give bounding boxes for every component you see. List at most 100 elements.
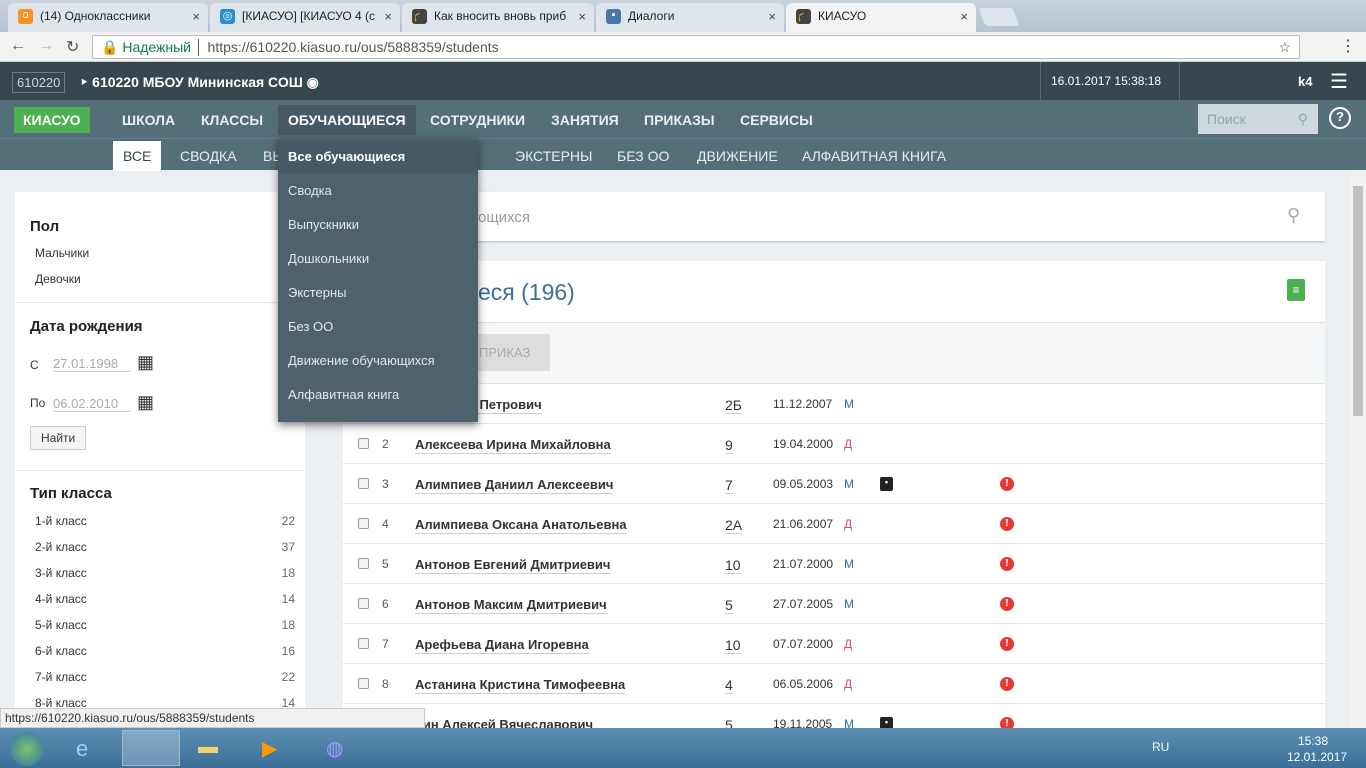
- nav-item[interactable]: ЗАНЯТИЯ: [551, 112, 619, 128]
- alert-icon[interactable]: !: [1000, 597, 1014, 611]
- row-checkbox[interactable]: [358, 478, 369, 489]
- url-input[interactable]: 🔒 Надежный │ https://610220.kiasuo.ru/ou…: [92, 35, 1300, 59]
- subnav-tab[interactable]: БЕЗ ОО: [617, 148, 669, 164]
- student-class-link[interactable]: 2А: [725, 517, 743, 534]
- ie-icon[interactable]: e: [76, 736, 88, 762]
- browser-tab[interactable]: ◎ [КИАСУО] [КИАСУО 4 (с ×: [210, 3, 400, 32]
- dropdown-item[interactable]: Выпускники: [288, 217, 359, 232]
- class-type-item[interactable]: 6-й класс: [35, 644, 87, 658]
- student-search[interactable]: ощихся ⚲: [343, 192, 1325, 241]
- dropdown-item[interactable]: Дошкольники: [288, 251, 369, 266]
- student-name-link[interactable]: Антонов Максим Дмитриевич: [415, 597, 607, 614]
- browser-tab[interactable]: ▪ Диалоги ×: [596, 3, 784, 32]
- student-class-link[interactable]: 10: [725, 557, 741, 574]
- class-type-item[interactable]: 5-й класс: [35, 618, 87, 632]
- close-tab-icon[interactable]: ×: [768, 9, 776, 24]
- export-document-icon[interactable]: ≡: [1287, 279, 1305, 301]
- id-badge-icon[interactable]: ▪: [880, 477, 893, 491]
- student-name-link[interactable]: Алимпиева Оксана Анатольевна: [415, 517, 627, 534]
- close-tab-icon[interactable]: ×: [960, 9, 968, 24]
- student-name-link[interactable]: Антонов Евгений Дмитриевич: [415, 557, 611, 574]
- row-checkbox[interactable]: [358, 638, 369, 649]
- to-date-input[interactable]: 06.02.2010: [53, 396, 131, 412]
- class-type-item[interactable]: 2-й класс: [35, 540, 87, 554]
- alert-icon[interactable]: !: [1000, 677, 1014, 691]
- alert-icon[interactable]: !: [1000, 637, 1014, 651]
- student-class-link[interactable]: 10: [725, 637, 741, 654]
- nav-item[interactable]: ШКОЛА: [122, 112, 175, 128]
- scrollbar[interactable]: [1350, 170, 1366, 728]
- dropdown-item[interactable]: Экстерны: [288, 285, 346, 300]
- back-icon[interactable]: ←: [10, 37, 26, 55]
- subnav-tab[interactable]: ДВИЖЕНИЕ: [697, 148, 778, 164]
- alert-icon[interactable]: !: [1000, 477, 1014, 491]
- row-checkbox[interactable]: [358, 678, 369, 689]
- clock-time[interactable]: 15:38: [1298, 734, 1328, 748]
- calendar-icon[interactable]: ▦: [137, 352, 154, 373]
- student-name-link[interactable]: Алексеева Ирина Михайловна: [415, 437, 611, 454]
- help-icon[interactable]: ?: [1329, 107, 1351, 129]
- student-class-link[interactable]: 9: [725, 437, 733, 454]
- close-tab-icon[interactable]: ×: [192, 9, 200, 24]
- media-player-icon[interactable]: ▶: [262, 736, 277, 761]
- clock-date[interactable]: 12.01.2017: [1287, 750, 1347, 764]
- class-type-item[interactable]: 7-й класс: [35, 670, 87, 684]
- bookmark-star-icon[interactable]: ☆: [1278, 39, 1291, 56]
- new-tab-button[interactable]: [978, 8, 1020, 26]
- school-name[interactable]: ‣ 610220 МБОУ Мининская СОШ ◉: [80, 74, 319, 91]
- alert-icon[interactable]: !: [1000, 557, 1014, 571]
- student-class-link[interactable]: 2Б: [725, 397, 742, 414]
- dropdown-item[interactable]: Без ОО: [288, 319, 333, 334]
- browser-tab[interactable]: 🎓 КИАСУО ×: [786, 3, 976, 32]
- close-tab-icon[interactable]: ×: [578, 9, 586, 24]
- from-date-input[interactable]: 27.01.1998: [53, 356, 131, 372]
- filter-boys[interactable]: Мальчики: [35, 246, 89, 260]
- logo-button[interactable]: КИАСУО: [14, 107, 90, 133]
- row-checkbox[interactable]: [358, 598, 369, 609]
- dropdown-item[interactable]: Движение обучающихся: [288, 353, 435, 368]
- dropdown-item[interactable]: Все обучающиеся: [278, 140, 478, 174]
- hamburger-icon[interactable]: ☰: [1330, 69, 1348, 94]
- student-class-link[interactable]: 4: [725, 677, 733, 694]
- row-checkbox[interactable]: [358, 438, 369, 449]
- close-tab-icon[interactable]: ×: [384, 9, 392, 24]
- chrome-icon[interactable]: [122, 730, 180, 766]
- student-name-link[interactable]: Арефьева Диана Игоревна: [415, 637, 589, 654]
- class-type-item[interactable]: 3-й класс: [35, 566, 87, 580]
- browser-tab[interactable]: о (14) Одноклассники ×: [8, 3, 208, 32]
- row-checkbox[interactable]: [358, 558, 369, 569]
- row-checkbox[interactable]: [358, 518, 369, 529]
- language-indicator[interactable]: RU: [1152, 740, 1169, 754]
- nav-item[interactable]: ПРИКАЗЫ: [644, 112, 715, 128]
- search-icon[interactable]: ⚲: [1287, 205, 1300, 226]
- eye-icon[interactable]: ◉: [307, 74, 319, 90]
- subnav-tab[interactable]: АЛФАВИТНАЯ КНИГА: [802, 148, 946, 164]
- search-input[interactable]: Поиск ⚲: [1198, 104, 1318, 134]
- subnav-tab[interactable]: ВСЕ: [113, 141, 162, 171]
- class-type-item[interactable]: 1-й класс: [35, 514, 87, 528]
- nav-item[interactable]: СЕРВИСЫ: [740, 112, 813, 128]
- reload-icon[interactable]: ↻: [66, 37, 79, 57]
- student-class-link[interactable]: 7: [725, 477, 733, 494]
- user-name[interactable]: k4: [1298, 74, 1312, 89]
- student-name-link[interactable]: Алимпиев Даниил Алексеевич: [415, 477, 614, 494]
- menu-icon[interactable]: ⋮: [1340, 36, 1356, 56]
- alert-icon[interactable]: !: [1000, 517, 1014, 531]
- calendar-icon[interactable]: ▦: [137, 392, 154, 413]
- folder-icon[interactable]: ▬: [198, 736, 218, 759]
- start-icon[interactable]: [10, 732, 44, 766]
- class-type-item[interactable]: 4-й класс: [35, 592, 87, 606]
- find-button[interactable]: Найти: [30, 426, 87, 450]
- browser-tab[interactable]: 🎓 Как вносить вновь приб ×: [402, 3, 594, 32]
- student-class-link[interactable]: 5: [725, 597, 733, 614]
- subnav-tab[interactable]: ЭКСТЕРНЫ: [515, 148, 592, 164]
- nav-item[interactable]: ОБУЧАЮЩИЕСЯ: [278, 105, 416, 135]
- dropdown-item[interactable]: Сводка: [288, 183, 332, 198]
- forward-icon[interactable]: →: [38, 37, 54, 55]
- viber-icon[interactable]: ◍: [326, 736, 343, 761]
- filter-girls[interactable]: Девочки: [35, 272, 81, 286]
- nav-item[interactable]: КЛАССЫ: [201, 112, 263, 128]
- student-name-link[interactable]: Астанина Кристина Тимофеевна: [415, 677, 626, 694]
- nav-item[interactable]: СОТРУДНИКИ: [430, 112, 525, 128]
- subnav-tab[interactable]: СВОДКА: [180, 148, 237, 164]
